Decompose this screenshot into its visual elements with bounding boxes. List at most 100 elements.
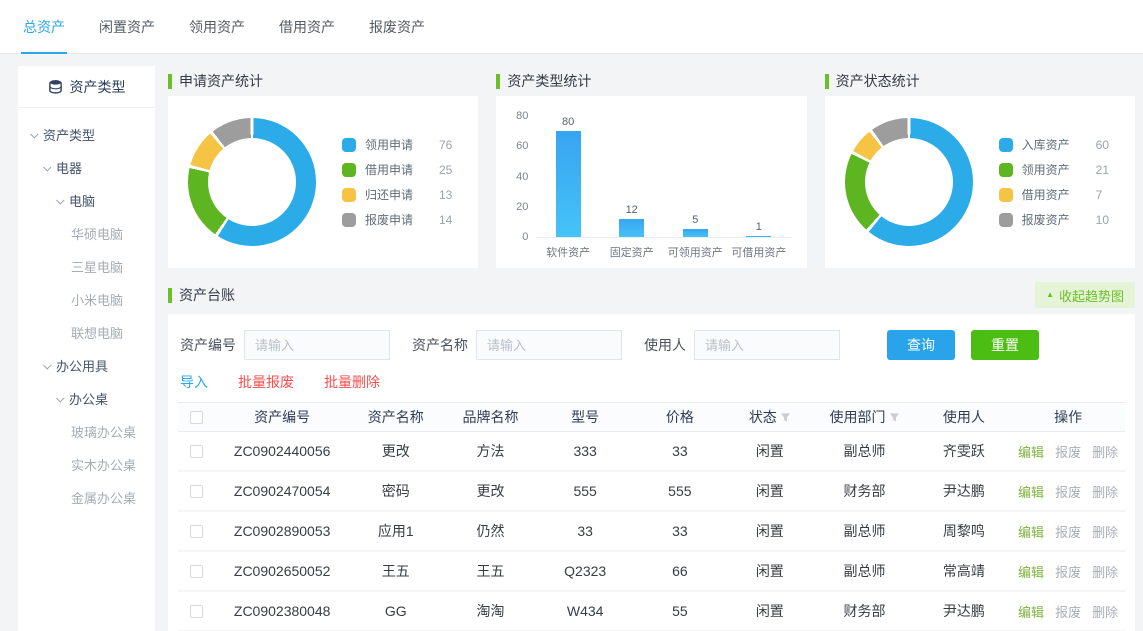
scrap-action[interactable]: 报废	[1055, 522, 1081, 541]
delete-action[interactable]: 删除	[1092, 602, 1118, 621]
select-all-checkbox[interactable]	[190, 411, 203, 424]
tab-idle-assets[interactable]: 闲置资产	[99, 0, 155, 54]
edit-action[interactable]: 编辑	[1018, 562, 1044, 581]
row-checkbox[interactable]	[190, 525, 203, 538]
legend-item[interactable]: 领用资产21	[999, 161, 1109, 178]
tree-item-label: 小米电脑	[71, 290, 123, 309]
cell-1: 王五	[348, 561, 443, 581]
tree-item-3[interactable]: 华硕电脑	[18, 217, 155, 250]
delete-action[interactable]: 删除	[1092, 562, 1118, 581]
panel-title: 申请资产统计	[168, 66, 478, 96]
select-all-cell	[178, 411, 216, 424]
tree-item-label: 三星电脑	[71, 257, 123, 276]
cell-4: 66	[633, 563, 728, 579]
y-axis-tick: 0	[504, 231, 528, 243]
tree-item-label: 玻璃办公桌	[71, 422, 136, 441]
row-select-cell	[178, 565, 216, 578]
bar-column-2: 5	[663, 116, 727, 237]
scrap-action[interactable]: 报废	[1055, 602, 1081, 621]
delete-action[interactable]: 删除	[1092, 522, 1118, 541]
tree-item-2[interactable]: 电脑	[18, 184, 155, 217]
tree-item-5[interactable]: 小米电脑	[18, 283, 155, 316]
user-input[interactable]	[694, 330, 840, 360]
batch-scrap-link[interactable]: 批量报废	[238, 372, 294, 392]
legend-swatch	[342, 163, 356, 177]
scrap-action[interactable]: 报废	[1055, 482, 1081, 501]
asset-name-input[interactable]	[476, 330, 622, 360]
tree-item-label: 金属办公桌	[71, 488, 136, 507]
x-axis-label: 可领用资产	[663, 244, 727, 260]
tree-item-label: 办公桌	[69, 389, 108, 408]
table-header-row: 资产编号资产名称品牌名称型号价格状态使用部门使用人操作	[178, 402, 1125, 432]
bar-value-label: 12	[626, 204, 638, 216]
table-row: ZC0902890053应用1仍然3333闲置副总师周黎鸣编辑报废删除	[178, 512, 1125, 552]
edit-action[interactable]: 编辑	[1018, 602, 1044, 621]
user-label: 使用人	[644, 335, 686, 355]
tree-item-7[interactable]: 办公用具	[18, 349, 155, 382]
cell-5: 闲置	[727, 601, 812, 621]
column-header-1: 资产名称	[348, 407, 443, 427]
tree-item-8[interactable]: 办公桌	[18, 382, 155, 415]
tree-item-9[interactable]: 玻璃办公桌	[18, 415, 155, 448]
tree-item-label: 联想电脑	[71, 323, 123, 342]
column-header-label: 品牌名称	[462, 407, 518, 427]
asset-code-input[interactable]	[244, 330, 390, 360]
legend-item[interactable]: 报废申请14	[342, 211, 452, 228]
edit-action[interactable]: 编辑	[1018, 442, 1044, 461]
delete-action[interactable]: 删除	[1092, 442, 1118, 461]
ledger-card: 资产编号 资产名称 使用人 查询 重置 导入 批量报废 批量删除	[168, 314, 1135, 631]
edit-action[interactable]: 编辑	[1018, 482, 1044, 501]
scrap-action[interactable]: 报废	[1055, 442, 1081, 461]
tab-received-assets[interactable]: 领用资产	[189, 0, 245, 54]
query-button[interactable]: 查询	[887, 330, 955, 360]
row-actions-cell: 编辑报废删除	[1011, 522, 1125, 541]
x-axis-label: 固定资产	[600, 244, 664, 260]
column-header-0: 资产编号	[216, 407, 349, 427]
tree-item-label: 资产类型	[43, 125, 95, 144]
legend-item[interactable]: 借用申请25	[342, 161, 452, 178]
tab-borrowed-assets[interactable]: 借用资产	[279, 0, 335, 54]
edit-action[interactable]: 编辑	[1018, 522, 1044, 541]
filter-funnel-icon[interactable]	[780, 412, 791, 423]
caret-down-icon	[56, 196, 64, 204]
table-row: ZC0902470054密码更改555555闲置财务部尹达鹏编辑报废删除	[178, 472, 1125, 512]
tree-item-0[interactable]: 资产类型	[18, 118, 155, 151]
legend-item[interactable]: 入库资产60	[999, 136, 1109, 153]
legend-value: 14	[439, 213, 452, 227]
legend-item[interactable]: 借用资产7	[999, 186, 1109, 203]
legend-item[interactable]: 领用申请76	[342, 136, 452, 153]
reset-button[interactable]: 重置	[971, 330, 1039, 360]
filter-funnel-icon[interactable]	[889, 412, 900, 423]
tree-item-label: 办公用具	[56, 356, 108, 375]
column-header-2: 品牌名称	[443, 407, 538, 427]
tree-item-1[interactable]: 电器	[18, 151, 155, 184]
scrap-action[interactable]: 报废	[1055, 562, 1081, 581]
row-checkbox[interactable]	[190, 445, 203, 458]
delete-action[interactable]: 删除	[1092, 482, 1118, 501]
tab-total-assets[interactable]: 总资产	[23, 0, 65, 54]
cell-7: 尹达鹏	[917, 601, 1012, 621]
legend-swatch	[999, 213, 1013, 227]
cell-4: 555	[633, 483, 728, 499]
tree-item-10[interactable]: 实木办公桌	[18, 448, 155, 481]
row-checkbox[interactable]	[190, 485, 203, 498]
x-axis-label: 可借用资产	[727, 244, 791, 260]
bar	[683, 229, 708, 237]
import-link[interactable]: 导入	[180, 372, 208, 392]
sidebar-title: 资产类型	[70, 77, 126, 97]
database-icon	[48, 79, 63, 94]
tree-item-4[interactable]: 三星电脑	[18, 250, 155, 283]
tree-item-6[interactable]: 联想电脑	[18, 316, 155, 349]
row-checkbox[interactable]	[190, 565, 203, 578]
tree-item-11[interactable]: 金属办公桌	[18, 481, 155, 514]
row-checkbox[interactable]	[190, 605, 203, 618]
tab-scrapped-assets[interactable]: 报废资产	[369, 0, 425, 54]
cell-6: 财务部	[812, 601, 916, 621]
column-header-label: 使用部门	[830, 407, 886, 427]
legend-item[interactable]: 归还申请13	[342, 186, 452, 203]
legend-item[interactable]: 报废资产10	[999, 211, 1109, 228]
batch-delete-link[interactable]: 批量删除	[324, 372, 380, 392]
y-axis-tick: 40	[504, 171, 528, 183]
column-header-label: 价格	[666, 407, 694, 427]
collapse-trend-button[interactable]: ▲ 收起趋势图	[1035, 282, 1135, 308]
